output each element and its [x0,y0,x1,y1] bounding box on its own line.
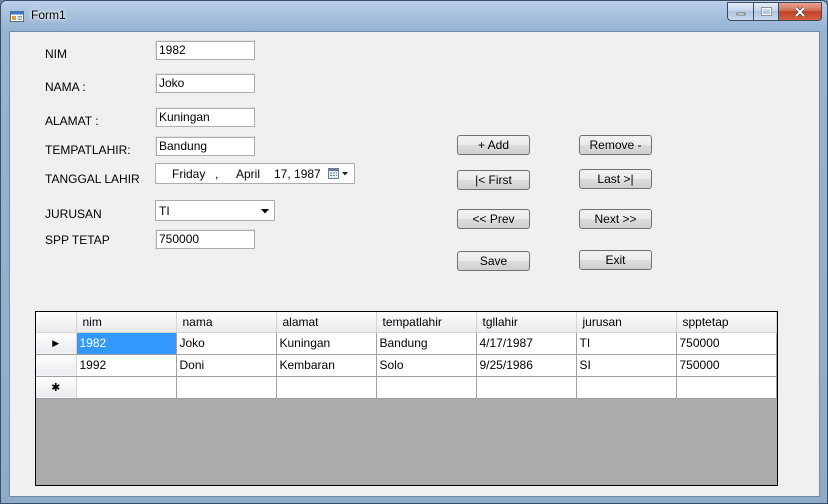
grid-header-row: nim nama alamat tempatlahir tgllahir jur… [36,312,777,333]
grid-cell-jurusan[interactable]: SI [576,354,677,377]
date-month: April [236,167,261,181]
close-icon [794,6,806,17]
alamat-label: ALAMAT : [45,114,99,128]
grid-cell-tempatlahir[interactable]: Solo [376,354,477,377]
nama-label: NAMA : [45,80,86,94]
nama-input[interactable]: Joko [155,73,255,93]
maximize-button[interactable] [753,2,778,21]
grid-cell-nama[interactable]: Doni [176,354,277,377]
form-app-icon [10,11,24,22]
add-button[interactable]: + Add [457,135,530,155]
title-bar[interactable]: Form1 [1,1,827,31]
first-button[interactable]: |< First [457,170,530,190]
remove-button[interactable]: Remove - [579,135,652,155]
new-row-cell[interactable] [376,376,477,399]
grid-cell-spptetap[interactable]: 750000 [676,354,777,377]
new-row-cell[interactable] [476,376,577,399]
column-header-tgllahir[interactable]: tgllahir [476,312,577,333]
main-window: Form1 NIM NAMA : ALAMAT : TEMPATLAHIR: T… [0,0,828,504]
new-row[interactable]: ✱ [36,376,777,399]
new-row-cell[interactable] [276,376,377,399]
grid-cell-nim[interactable]: 1982 [76,332,177,355]
last-button[interactable]: Last >| [579,169,652,189]
data-grid[interactable]: nim nama alamat tempatlahir tgllahir jur… [35,311,778,486]
minimize-icon [736,12,745,15]
table-row[interactable]: ▶ 1982 Joko Kuningan Bandung 4/17/1987 T… [36,332,777,355]
nim-input[interactable]: 1982 [155,40,255,60]
window-title: Form1 [31,8,66,22]
column-header-tempatlahir[interactable]: tempatlahir [376,312,477,333]
current-row-indicator-icon[interactable]: ▶ [36,332,77,355]
alamat-input[interactable]: Kuningan [155,107,255,127]
caption-buttons [727,2,822,21]
grid-cell-jurusan[interactable]: TI [576,332,677,355]
new-row-cell[interactable] [176,376,277,399]
column-header-jurusan[interactable]: jurusan [576,312,677,333]
grid-cell-tempatlahir[interactable]: Bandung [376,332,477,355]
exit-button[interactable]: Exit [579,250,652,270]
maximize-icon [760,7,772,16]
grid-cell-tgllahir[interactable]: 4/17/1987 [476,332,577,355]
tempatlahir-input[interactable]: Bandung [155,136,255,156]
table-row[interactable]: 1992 Doni Kembaran Solo 9/25/1986 SI 750… [36,354,777,377]
spp-tetap-label: SPP TETAP [45,233,110,247]
grid-cell-nama[interactable]: Joko [176,332,277,355]
column-header-nim[interactable]: nim [76,312,177,333]
grid-cell-nim[interactable]: 1992 [76,354,177,377]
minimize-button[interactable] [727,2,753,21]
column-header-nama[interactable]: nama [176,312,277,333]
new-row-cell[interactable] [576,376,677,399]
column-header-alamat[interactable]: alamat [276,312,377,333]
grid-corner-header[interactable] [36,312,77,333]
jurusan-selected-value: TI [159,204,170,218]
form-client-area: NIM NAMA : ALAMAT : TEMPATLAHIR: TANGGAL… [9,31,820,497]
prev-button[interactable]: << Prev [457,209,530,229]
next-button[interactable]: Next >> [579,209,652,229]
tanggal-lahir-datepicker[interactable]: Friday , April 17, 1987 [155,163,355,184]
save-button[interactable]: Save [457,251,530,271]
date-day-year: 17, 1987 [274,167,321,181]
nim-label: NIM [45,47,67,61]
spp-tetap-input[interactable]: 750000 [155,229,255,249]
jurusan-label: JURUSAN [45,207,102,221]
new-row-asterisk-icon[interactable]: ✱ [36,376,77,399]
grid-cell-alamat[interactable]: Kembaran [276,354,377,377]
close-button[interactable] [778,2,822,21]
column-header-spptetap[interactable]: spptetap [676,312,777,333]
grid-table: nim nama alamat tempatlahir tgllahir jur… [36,312,777,399]
date-day: Friday [172,167,206,181]
calendar-dropdown-icon[interactable] [327,166,351,181]
grid-cell-tgllahir[interactable]: 9/25/1986 [476,354,577,377]
grid-cell-alamat[interactable]: Kuningan [276,332,377,355]
chevron-down-icon[interactable] [259,205,271,217]
row-header[interactable] [36,354,77,377]
new-row-cell[interactable] [76,376,177,399]
jurusan-combobox[interactable]: TI [155,200,275,221]
tanggal-lahir-label: TANGGAL LAHIR [45,172,140,186]
tempatlahir-label: TEMPATLAHIR: [45,143,131,157]
new-row-cell[interactable] [676,376,777,399]
grid-cell-spptetap[interactable]: 750000 [676,332,777,355]
date-separator: , [215,167,219,181]
